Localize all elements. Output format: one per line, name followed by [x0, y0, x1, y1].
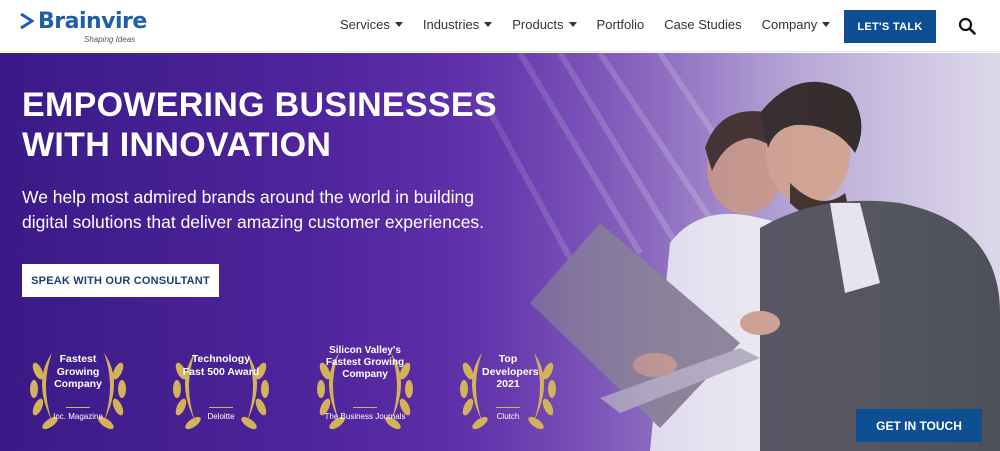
- menu-label: Company: [761, 17, 818, 32]
- award-title: Fastest Growing Company: [54, 353, 102, 390]
- brand-name: Brainvire: [38, 9, 147, 34]
- subtext-line-2: digital solutions that deliver amazing c…: [22, 212, 485, 232]
- award-title: Top Developers 2021: [482, 353, 539, 390]
- hero-headline: EMPOWERING BUSINESSES WITH INNOVATION: [22, 85, 542, 165]
- main-menu: Services Industries Products Portfolio C…: [340, 17, 850, 32]
- menu-item-portfolio[interactable]: Portfolio: [597, 17, 645, 32]
- brand-tagline: Shaping Ideas: [84, 35, 136, 44]
- headline-line-2: WITH INNOVATION: [22, 126, 332, 164]
- get-in-touch-button[interactable]: GET IN TOUCH: [856, 409, 982, 442]
- chevron-down-icon: [394, 22, 403, 27]
- award-divider: [496, 407, 520, 408]
- award-source: Inc. Magazine: [53, 412, 103, 421]
- award-title: Silicon Valley's Fastest Growing Company: [325, 345, 405, 380]
- award-source: The Business Journals: [324, 412, 406, 421]
- award-title: Technology Fast 500 Award: [182, 353, 260, 378]
- hero-banner: EMPOWERING BUSINESSES WITH INNOVATION We…: [0, 53, 1000, 451]
- award-divider: [353, 407, 377, 408]
- menu-label: Portfolio: [596, 17, 645, 32]
- menu-label: Case Studies: [664, 17, 742, 32]
- speak-with-consultant-button[interactable]: SPEAK WITH OUR CONSULTANT: [22, 264, 219, 297]
- lets-talk-button[interactable]: LET'S TALK: [844, 10, 936, 43]
- headline-line-1: EMPOWERING BUSINESSES: [22, 86, 497, 124]
- award-badge: Technology Fast 500 Award Deloitte: [165, 341, 277, 437]
- award-badge: Silicon Valley's Fastest Growing Company…: [309, 341, 421, 437]
- subtext-line-1: We help most admired brands around the w…: [22, 187, 475, 207]
- award-divider: [66, 407, 90, 408]
- hero-subtext: We help most admired brands around the w…: [22, 185, 542, 235]
- chevron-down-icon: [484, 22, 493, 27]
- award-divider: [209, 407, 233, 408]
- menu-item-case-studies[interactable]: Case Studies: [664, 17, 741, 32]
- menu-item-services[interactable]: Services: [340, 17, 403, 32]
- chevron-down-icon: [822, 22, 831, 27]
- menu-item-products[interactable]: Products: [512, 17, 577, 32]
- menu-label: Services: [340, 17, 390, 32]
- menu-item-company[interactable]: Company: [762, 17, 831, 32]
- top-navigation: Brainvire Shaping Ideas Services Industr…: [0, 0, 1000, 52]
- menu-item-industries[interactable]: Industries: [422, 17, 493, 32]
- brand-logo[interactable]: Brainvire Shaping Ideas: [20, 9, 165, 45]
- award-source: Deloitte: [207, 412, 235, 421]
- award-badge: Top Developers 2021 Clutch: [452, 341, 564, 437]
- award-source: Clutch: [496, 412, 520, 421]
- award-badge: Fastest Growing Company Inc. Magazine: [22, 341, 134, 437]
- search-icon[interactable]: [958, 17, 976, 35]
- menu-label: Products: [512, 17, 564, 32]
- logo-arrow-icon: [20, 13, 34, 29]
- menu-label: Industries: [422, 17, 480, 32]
- chevron-down-icon: [568, 22, 577, 27]
